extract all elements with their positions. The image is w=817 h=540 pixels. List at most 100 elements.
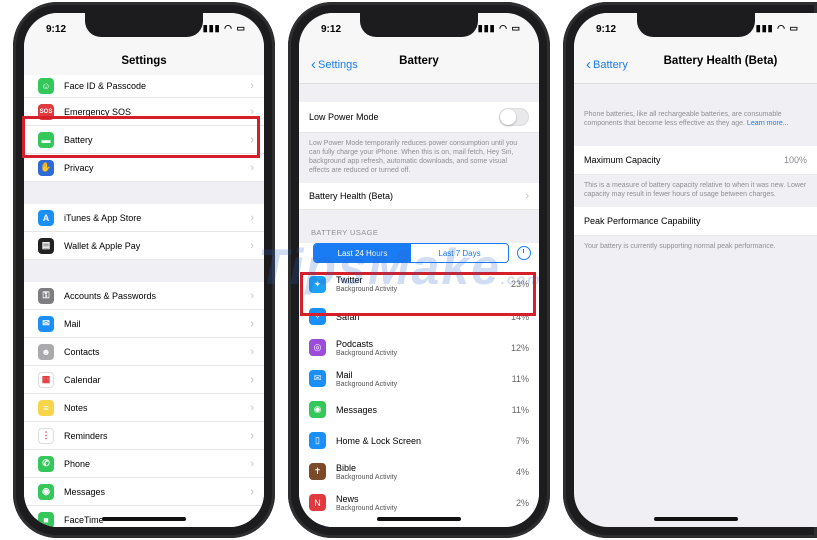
- messages-icon: ◉: [38, 483, 54, 500]
- status-time: 9:12: [321, 24, 342, 35]
- settings-row[interactable]: ☺ Face ID & Passcode ›: [24, 75, 264, 98]
- notch: [636, 13, 755, 37]
- app-activity-note: Background Activity: [336, 349, 398, 357]
- settings-row-label: Emergency SOS: [64, 106, 132, 117]
- app-usage-text: Messages: [336, 405, 539, 415]
- battery-health-row[interactable]: Battery Health (Beta) ›: [299, 183, 539, 210]
- status-time: 9:12: [596, 24, 617, 35]
- max-capacity-value: 100%: [783, 155, 807, 165]
- app-activity-note: Background Activity: [336, 473, 398, 481]
- settings-row-label: Contacts: [64, 346, 100, 357]
- podcasts-icon: ◎: [309, 339, 326, 356]
- messages-icon: ◉: [309, 401, 326, 418]
- nav-bar: ‹ Battery Battery Health (Beta): [574, 43, 817, 84]
- max-capacity-description: This is a measure of battery capacity re…: [584, 182, 807, 198]
- chevron-right-icon: ›: [250, 239, 254, 252]
- toggle-knob: [500, 109, 516, 125]
- chevron-right-icon: ›: [250, 429, 254, 442]
- battery-health-label: Battery Health (Beta): [309, 191, 394, 201]
- battery-health-screen: 9:12 ▮▮▮ ◠ ▭ ‹ Battery Battery Health (Be…: [574, 13, 817, 527]
- app-usage-text: Home & Lock Screen: [336, 436, 539, 446]
- settings-row-label: Privacy: [64, 162, 94, 173]
- settings-row[interactable]: ≡ Notes ›: [24, 394, 264, 422]
- settings-row[interactable]: ✋ Privacy ›: [24, 154, 264, 182]
- settings-row[interactable]: ⋮ Reminders ›: [24, 422, 264, 450]
- settings-row-label: Calendar: [64, 374, 101, 385]
- peak-performance-description: Your battery is currently supporting nor…: [584, 243, 776, 250]
- app-name: Home & Lock Screen: [336, 435, 422, 446]
- watermark-logo: TipsMake.com: [258, 238, 542, 296]
- app-usage-row[interactable]: ✉ Mail Background Activity 11%: [299, 363, 539, 394]
- contacts-icon: ☻: [38, 343, 54, 360]
- home-indicator[interactable]: [377, 517, 461, 521]
- settings-row-label: Notes: [64, 402, 88, 413]
- app-usage-row[interactable]: N News Background Activity 2%: [299, 487, 539, 518]
- chevron-right-icon: ›: [250, 161, 254, 174]
- chevron-right-icon: ›: [250, 80, 254, 92]
- app-usage-text: Mail Background Activity: [336, 370, 539, 388]
- peak-performance-label: Peak Performance Capability: [584, 216, 701, 226]
- app-usage-row[interactable]: ✝ Bible Background Activity 4%: [299, 456, 539, 487]
- status-icons: ▮▮▮ ◠ ▭: [755, 23, 799, 33]
- settings-row-label: Face ID & Passcode: [64, 81, 147, 91]
- low-power-toggle[interactable]: [499, 108, 529, 126]
- settings-row-label: Messages: [64, 486, 106, 497]
- notch: [360, 13, 478, 37]
- page-title: Battery Health (Beta): [663, 55, 778, 67]
- wallet-icon: ▤: [38, 237, 54, 254]
- chevron-right-icon: ›: [250, 485, 254, 498]
- learn-more-link[interactable]: Learn more...: [747, 120, 789, 127]
- app-usage-text: Bible Background Activity: [336, 463, 539, 481]
- highlight-battery-row: [22, 116, 260, 158]
- mail-icon: ✉: [309, 370, 326, 387]
- chevron-right-icon: ›: [250, 211, 254, 224]
- app-usage-row[interactable]: ▯ Home & Lock Screen 7%: [299, 425, 539, 456]
- chevron-right-icon: ›: [250, 289, 254, 302]
- app-name: Bible: [336, 462, 357, 473]
- settings-row[interactable]: AiTunes & App Store ›: [24, 204, 264, 232]
- phone-icon: ✆: [38, 455, 54, 472]
- notch: [85, 13, 203, 37]
- chevron-right-icon: ›: [250, 373, 254, 386]
- settings-screen: 9:12 ▮▮▮ ◠ ▭ Settings ☺ Face ID & Passcod…: [24, 13, 264, 527]
- homescreen-icon: ▯: [309, 432, 326, 449]
- health-intro: Phone batteries, like all rechargeable b…: [574, 84, 817, 136]
- bible-icon: ✝: [309, 463, 326, 480]
- app-usage-percent: 4%: [515, 466, 529, 477]
- mail-icon: ✉: [38, 315, 54, 332]
- app-usage-text: News Background Activity: [336, 494, 539, 512]
- home-indicator[interactable]: [102, 517, 186, 521]
- status-icons: ▮▮▮ ◠ ▭: [202, 23, 246, 33]
- settings-row[interactable]: ◉ Messages ›: [24, 478, 264, 506]
- app-name: Messages: [336, 404, 378, 415]
- watermark-text: TipsMake: [258, 239, 501, 295]
- reminders-icon: ⋮: [38, 427, 54, 444]
- settings-row[interactable]: ✉ Mail ›: [24, 310, 264, 338]
- max-capacity-label: Maximum Capacity: [584, 155, 661, 165]
- settings-row-label: Phone: [64, 458, 91, 469]
- settings-row[interactable]: ▤ Wallet & Apple Pay ›: [24, 232, 264, 260]
- appstore-icon: A: [38, 209, 54, 226]
- app-usage-row[interactable]: ◉ Messages 11%: [299, 394, 539, 425]
- settings-row-label: iTunes & App Store: [64, 212, 142, 223]
- app-usage-percent: 12%: [510, 342, 529, 353]
- settings-row[interactable]: ✆ Phone ›: [24, 450, 264, 478]
- chevron-right-icon: ›: [250, 457, 254, 470]
- app-name: Podcasts: [336, 338, 374, 349]
- settings-row[interactable]: ▦ Calendar ›: [24, 366, 264, 394]
- home-indicator[interactable]: [653, 517, 738, 521]
- page-title: Battery: [399, 55, 439, 67]
- app-usage-percent: 11%: [511, 373, 529, 384]
- settings-row[interactable]: ⚿ Accounts & Passwords ›: [24, 282, 264, 310]
- app-usage-row[interactable]: ◎ Podcasts Background Activity 12%: [299, 332, 539, 363]
- settings-row[interactable]: ☻ Contacts ›: [24, 338, 264, 366]
- chevron-right-icon: ›: [250, 513, 254, 526]
- calendar-icon: ▦: [38, 371, 54, 388]
- hand-icon: ✋: [38, 159, 54, 176]
- facetime-icon: ■: [38, 511, 54, 527]
- app-activity-note: Background Activity: [336, 504, 398, 512]
- app-name: News: [336, 493, 359, 504]
- notes-icon: ≡: [38, 399, 54, 416]
- app-usage-percent: 2%: [515, 497, 529, 508]
